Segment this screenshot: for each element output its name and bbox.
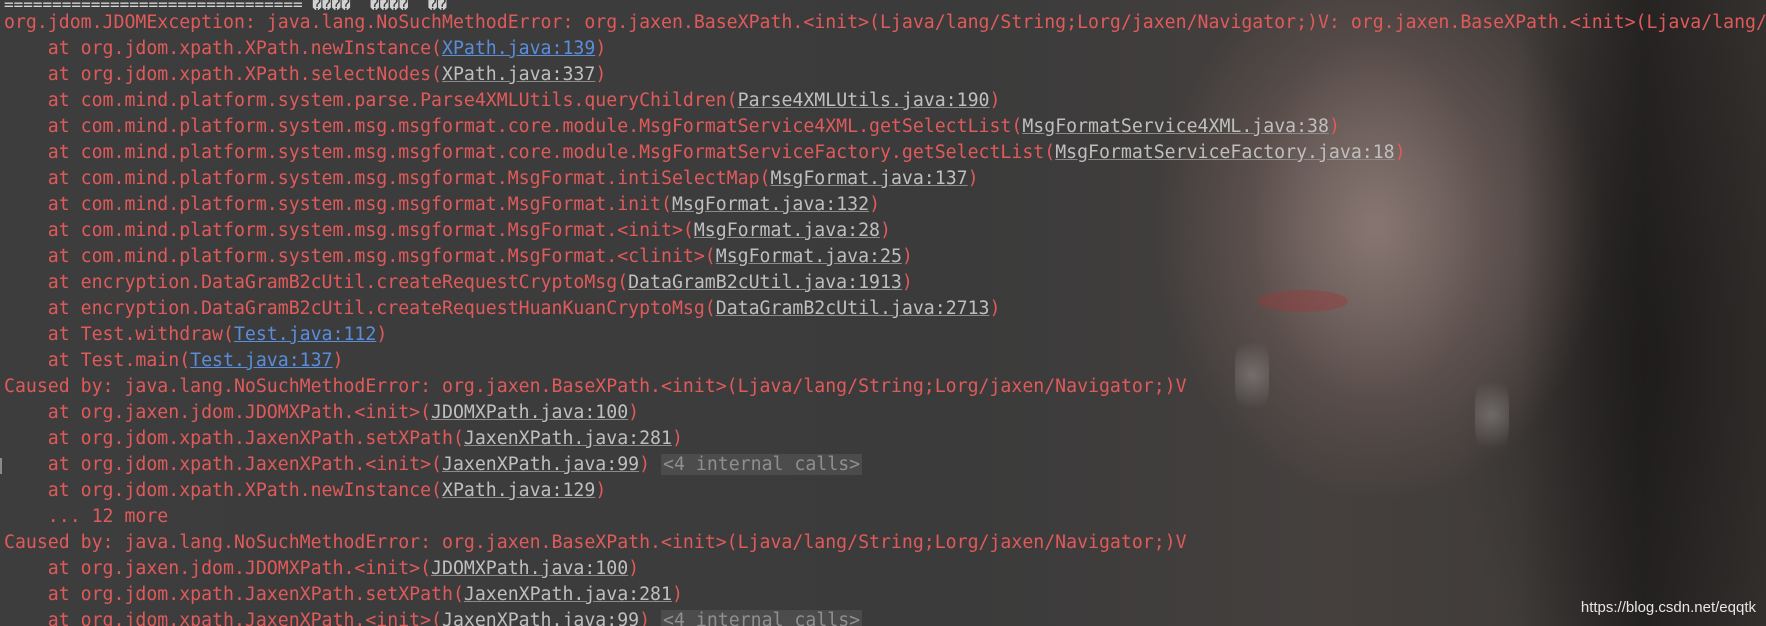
- source-file-link[interactable]: JaxenXPath.java:99: [442, 610, 639, 626]
- separator-line: =============================== ���� ���…: [4, 0, 448, 10]
- stack-frame-line: at Test.withdraw(Test.java:112): [4, 322, 1766, 348]
- stack-frame-close-paren: ): [869, 194, 881, 215]
- stack-frame-line: at com.mind.platform.system.msg.msgforma…: [4, 114, 1766, 140]
- stack-frame-line: at org.jdom.xpath.XPath.newInstance(XPat…: [4, 478, 1766, 504]
- stack-frame-close-paren: ): [639, 610, 662, 626]
- stack-frame-line: at Test.main(Test.java:137): [4, 348, 1766, 374]
- stack-frame-line: at com.mind.platform.system.msg.msgforma…: [4, 244, 1766, 270]
- stack-frame-method: at Test.main(: [4, 350, 191, 371]
- source-file-link[interactable]: MsgFormatService4XML.java:38: [1022, 116, 1329, 137]
- watermark-url: https://blog.csdn.net/eqqtk: [1580, 599, 1756, 616]
- stack-frame-method: at org.jdom.xpath.XPath.newInstance(: [4, 38, 442, 59]
- stack-frame-line: at encryption.DataGramB2cUtil.createRequ…: [4, 270, 1766, 296]
- stack-frame-line: at org.jdom.xpath.XPath.selectNodes(XPat…: [4, 62, 1766, 88]
- stack-frame-method: at com.mind.platform.system.msg.msgforma…: [4, 194, 672, 215]
- source-file-link[interactable]: JaxenXPath.java:99: [442, 454, 639, 475]
- stack-frame-close-paren: ): [880, 220, 891, 241]
- stack-frame-method: at com.mind.platform.system.msg.msgforma…: [4, 116, 1023, 137]
- source-file-link[interactable]: JaxenXPath.java:281: [464, 584, 672, 605]
- stack-frame-line: at com.mind.platform.system.msg.msgforma…: [4, 140, 1766, 166]
- stack-trace-cause-1: at org.jaxen.jdom.JDOMXPath.<init>(JDOMX…: [4, 400, 1766, 504]
- stack-frame-close-paren: ): [901, 246, 913, 267]
- stack-trace-cause-2: at org.jaxen.jdom.JDOMXPath.<init>(JDOMX…: [4, 556, 1766, 626]
- stack-frame-close-paren: ): [628, 558, 640, 579]
- stack-frame-method: at org.jdom.xpath.JaxenXPath.setXPath(: [4, 428, 464, 449]
- stack-frame-line: at org.jdom.xpath.JaxenXPath.<init>(Jaxe…: [4, 452, 1766, 478]
- stack-frame-method: at com.mind.platform.system.msg.msgforma…: [4, 168, 771, 189]
- stack-frame-method: at org.jaxen.jdom.JDOMXPath.<init>(: [4, 402, 432, 423]
- stack-frame-close-paren: ): [671, 428, 683, 449]
- stack-frame-close-paren: ): [376, 324, 388, 345]
- stack-frame-method: at com.mind.platform.system.msg.msgforma…: [4, 220, 694, 241]
- stack-frame-method: at encryption.DataGramB2cUtil.createRequ…: [4, 298, 716, 319]
- stack-frame-method: at org.jdom.xpath.JaxenXPath.setXPath(: [4, 584, 464, 605]
- stack-frame-close-paren: ): [595, 64, 607, 85]
- internal-calls-fold[interactable]: <4 internal calls>: [661, 454, 863, 475]
- internal-calls-fold[interactable]: <4 internal calls>: [661, 610, 863, 626]
- stack-frame-line: at com.mind.platform.system.msg.msgforma…: [4, 218, 1766, 244]
- source-file-link[interactable]: DataGramB2cUtil.java:2713: [716, 298, 990, 319]
- source-file-link[interactable]: XPath.java:139: [442, 38, 595, 59]
- source-file-link[interactable]: MsgFormat.java:137: [771, 168, 968, 189]
- stack-frame-line: at com.mind.platform.system.msg.msgforma…: [4, 192, 1766, 218]
- gutter-marker: [0, 458, 2, 474]
- source-file-link[interactable]: MsgFormat.java:28: [694, 220, 880, 241]
- source-file-link[interactable]: Test.java:137: [190, 350, 332, 371]
- stack-frame-close-paren: ): [901, 272, 913, 293]
- caused-by-line: Caused by: java.lang.NoSuchMethodError: …: [4, 376, 1187, 397]
- source-file-link[interactable]: JDOMXPath.java:100: [431, 402, 628, 423]
- source-file-link[interactable]: DataGramB2cUtil.java:1913: [628, 272, 902, 293]
- stack-frame-line: at org.jdom.xpath.JaxenXPath.<init>(Jaxe…: [4, 608, 1766, 626]
- more-frames-line: ... 12 more: [4, 506, 169, 527]
- stack-frame-close-paren: ): [967, 168, 979, 189]
- stack-frame-method: at org.jdom.xpath.XPath.newInstance(: [4, 480, 442, 501]
- source-file-link[interactable]: MsgFormat.java:25: [716, 246, 902, 267]
- stack-trace-main: at org.jdom.xpath.XPath.newInstance(XPat…: [4, 36, 1766, 374]
- stack-frame-close-paren: ): [628, 402, 640, 423]
- console-output-panel[interactable]: =============================== ���� ���…: [0, 0, 1766, 626]
- source-file-link[interactable]: XPath.java:129: [442, 480, 595, 501]
- stack-frame-close-paren: ): [595, 480, 607, 501]
- stack-frame-line: at com.mind.platform.system.msg.msgforma…: [4, 166, 1766, 192]
- stack-frame-method: at encryption.DataGramB2cUtil.createRequ…: [4, 272, 629, 293]
- source-file-link[interactable]: MsgFormatServiceFactory.java:18: [1055, 142, 1394, 163]
- stack-frame-method: at com.mind.platform.system.msg.msgforma…: [4, 246, 716, 267]
- exception-line: org.jdom.JDOMException: java.lang.NoSuch…: [4, 12, 1766, 33]
- source-file-link[interactable]: Parse4XMLUtils.java:190: [738, 90, 990, 111]
- console-lines: =============================== ���� ���…: [4, 0, 1766, 626]
- stack-frame-close-paren: ): [1394, 142, 1406, 163]
- stack-frame-line: at org.jdom.xpath.JaxenXPath.setXPath(Ja…: [4, 582, 1766, 608]
- stack-frame-method: at org.jdom.xpath.JaxenXPath.<init>(: [4, 610, 442, 626]
- stack-frame-line: at com.mind.platform.system.parse.Parse4…: [4, 88, 1766, 114]
- stack-frame-line: at encryption.DataGramB2cUtil.createRequ…: [4, 296, 1766, 322]
- stack-frame-method: at Test.withdraw(: [4, 324, 234, 345]
- stack-frame-close-paren: ): [989, 90, 1001, 111]
- source-file-link[interactable]: JaxenXPath.java:281: [464, 428, 672, 449]
- stack-frame-close-paren: ): [639, 454, 662, 475]
- stack-frame-method: at org.jdom.xpath.JaxenXPath.<init>(: [4, 454, 442, 475]
- stack-frame-line: at org.jaxen.jdom.JDOMXPath.<init>(JDOMX…: [4, 400, 1766, 426]
- stack-frame-close-paren: ): [671, 584, 683, 605]
- source-file-link[interactable]: MsgFormat.java:132: [672, 194, 869, 215]
- stack-frame-close-paren: ): [595, 38, 607, 59]
- source-file-link[interactable]: XPath.java:337: [442, 64, 595, 85]
- source-file-link[interactable]: JDOMXPath.java:100: [431, 558, 628, 579]
- stack-frame-close-paren: ): [1328, 116, 1340, 137]
- stack-frame-method: at org.jaxen.jdom.JDOMXPath.<init>(: [4, 558, 432, 579]
- stack-frame-line: at org.jdom.xpath.JaxenXPath.setXPath(Ja…: [4, 426, 1766, 452]
- stack-frame-method: at org.jdom.xpath.XPath.selectNodes(: [4, 64, 442, 85]
- source-file-link[interactable]: Test.java:112: [234, 324, 376, 345]
- stack-frame-line: at org.jaxen.jdom.JDOMXPath.<init>(JDOMX…: [4, 556, 1766, 582]
- stack-frame-close-paren: ): [332, 350, 344, 371]
- stack-frame-close-paren: ): [989, 298, 1001, 319]
- caused-by-line: Caused by: java.lang.NoSuchMethodError: …: [4, 532, 1187, 553]
- stack-frame-method: at com.mind.platform.system.msg.msgforma…: [4, 142, 1056, 163]
- stack-frame-method: at com.mind.platform.system.parse.Parse4…: [4, 90, 738, 111]
- stack-frame-line: at org.jdom.xpath.XPath.newInstance(XPat…: [4, 36, 1766, 62]
